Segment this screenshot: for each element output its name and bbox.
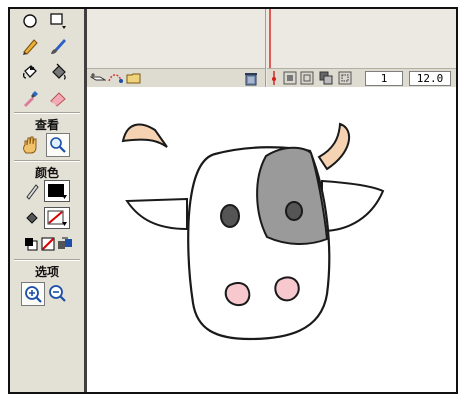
- timeline-panel: 1 12.0: [87, 9, 456, 87]
- right-nostril: [274, 276, 300, 302]
- brush-tool-icon[interactable]: [48, 36, 68, 56]
- swap-colors-icon[interactable]: [55, 234, 75, 254]
- eyedropper-tool-icon[interactable]: [20, 88, 40, 108]
- insert-layer-folder-icon[interactable]: [125, 69, 143, 87]
- insert-layer-icon[interactable]: [89, 69, 107, 87]
- center-frame-icon[interactable]: [267, 69, 281, 87]
- fill-color-icon: [22, 208, 42, 228]
- stage-canvas[interactable]: [87, 89, 456, 392]
- onion-skin-icon[interactable]: [283, 69, 299, 87]
- frame-controls-bar: 1 12.0: [267, 68, 456, 87]
- left-nostril: [224, 281, 251, 307]
- colors-section-label: 颜色: [34, 166, 59, 180]
- pencil-tool-icon[interactable]: [20, 36, 40, 56]
- onion-skin-outlines-icon[interactable]: [300, 69, 316, 87]
- left-eye: [220, 204, 240, 228]
- edit-multiple-frames-icon[interactable]: [319, 69, 335, 87]
- add-motion-guide-icon[interactable]: [107, 69, 125, 87]
- toolbox-divider: [14, 112, 80, 114]
- eraser-tool-icon[interactable]: [48, 88, 68, 108]
- frame-rate-field: 12.0: [409, 71, 451, 86]
- zoom-out-icon[interactable]: [47, 283, 67, 303]
- rectangle-tool-icon[interactable]: [48, 11, 68, 31]
- zoom-tool-icon[interactable]: [46, 133, 70, 157]
- current-frame-field: 1: [365, 71, 403, 86]
- delete-layer-icon[interactable]: [242, 69, 260, 87]
- view-section-label: 查看: [34, 118, 59, 132]
- ink-bottle-tool-icon[interactable]: [20, 62, 40, 82]
- layer-controls-bar: [87, 68, 265, 87]
- right-ear: [321, 179, 385, 233]
- face-spot: [256, 146, 329, 245]
- frames-area: 1 12.0: [267, 9, 456, 87]
- zoom-in-icon[interactable]: [21, 282, 45, 306]
- options-section-label: 选项: [34, 265, 59, 279]
- left-horn: [121, 123, 168, 148]
- toolbox-divider: [14, 160, 80, 162]
- oval-tool-icon[interactable]: [20, 11, 40, 31]
- fill-color-swatch[interactable]: [44, 207, 70, 229]
- right-eye: [285, 201, 303, 221]
- toolbox-divider: [14, 259, 80, 261]
- modify-onion-markers-icon[interactable]: [338, 69, 354, 87]
- left-ear: [125, 197, 188, 231]
- flash-window: 查看 颜色 选项 1 12.0: [8, 7, 458, 394]
- paint-bucket-tool-icon[interactable]: [48, 62, 68, 82]
- toolbox: 查看 颜色 选项: [10, 9, 87, 392]
- right-horn: [317, 122, 350, 171]
- layers-area: [87, 9, 266, 87]
- cow-head-drawing: [121, 122, 385, 341]
- stroke-color-icon: [22, 181, 42, 201]
- stroke-color-swatch[interactable]: [44, 180, 70, 202]
- hand-tool-icon[interactable]: [20, 135, 40, 155]
